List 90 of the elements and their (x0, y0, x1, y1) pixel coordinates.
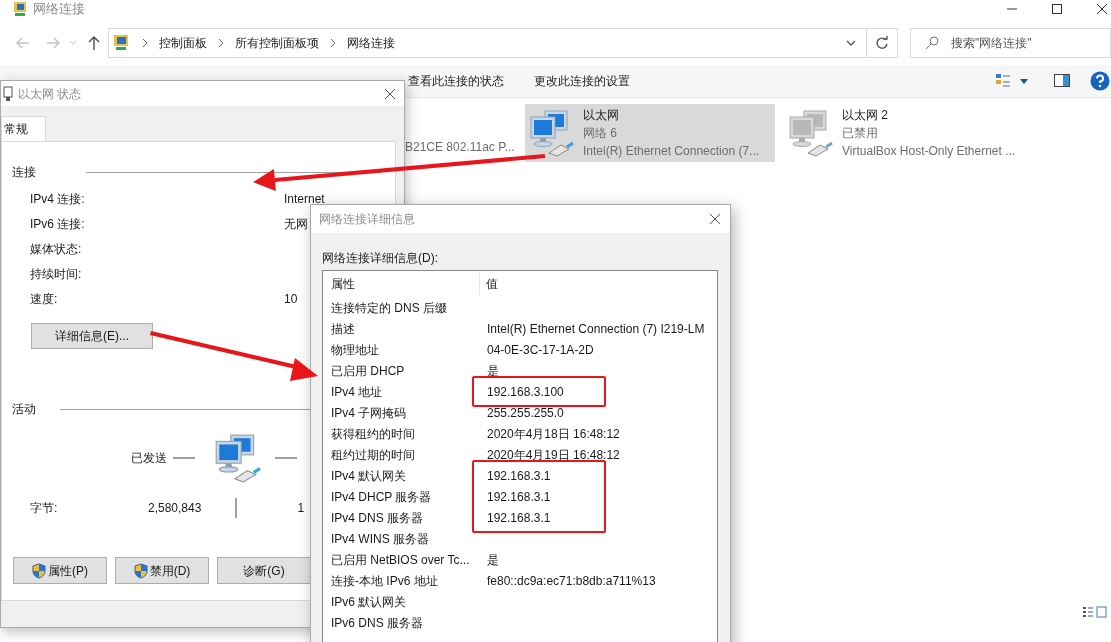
search-icon (925, 36, 939, 50)
property-cell-text: IPv6 默认网关 (330, 593, 408, 611)
property-cell-text: 已启用 NetBIOS over Tc... (330, 551, 471, 569)
bytes-sent: 2,580,843 (148, 500, 202, 517)
property-cell-text: IPv4 DHCP 服务器 (330, 488, 433, 506)
property-cell-text: IPv4 WINS 服务器 (330, 530, 430, 548)
dropdown-icon[interactable] (846, 39, 856, 47)
field-value: Internet (284, 190, 325, 208)
value-cell-text: 192.168.3.1 (487, 467, 551, 485)
caret-icon[interactable] (1019, 77, 1029, 85)
value-cell-text: 2020年4月18日 16:48:12 (487, 425, 620, 443)
network-folder-icon (12, 1, 28, 17)
chevron-right-icon[interactable] (217, 38, 225, 48)
field-label: 持续时间: (30, 265, 83, 283)
shield-icon (32, 562, 46, 579)
up-arrow-icon[interactable] (87, 35, 101, 51)
field-label: IPv6 连接: (30, 215, 86, 233)
dialog-title: 网络连接详细信息 (319, 211, 415, 228)
connection-name: 以太网 2 (842, 107, 889, 124)
sent-label: 已发送 (131, 450, 167, 467)
value-cell-text: 2020年4月19日 16:48:12 (487, 446, 620, 464)
breadcrumb-item[interactable]: 网络连接 (347, 34, 395, 52)
breadcrumb-item[interactable]: 控制面板 (159, 34, 207, 52)
property-cell-text: IPv4 DNS 服务器 (330, 509, 424, 527)
connection-network: 已禁用 (842, 125, 879, 142)
column-header[interactable]: 值 (480, 275, 498, 293)
value-cell-text: 04-0E-3C-17-1A-2D (487, 341, 594, 359)
value-cell-text: Intel(R) Ethernet Connection (7) I219-LM (487, 320, 705, 338)
value-cell-text: 192.168.3.1 (487, 488, 551, 506)
network-computer-icon (786, 109, 834, 157)
connection-adapter: VirtualBox Host-Only Ethernet ... (842, 143, 1016, 160)
property-cell-text: 获得租约的时间 (330, 425, 416, 443)
dialog-button[interactable]: 禁用(D) (115, 557, 209, 584)
bytes-received: 1 (297, 500, 305, 517)
property-cell-text: 描述 (330, 320, 356, 338)
list-label: 网络连接详细信息(D): (322, 251, 439, 265)
control-panel-icon (113, 34, 131, 52)
dialog-title: 以太网 状态 (18, 85, 82, 103)
property-cell-text: 已启用 DHCP (330, 362, 406, 380)
property-cell-text: IPv4 默认网关 (330, 467, 408, 485)
value-cell-text: 192.168.3.100 (487, 383, 564, 401)
property-cell-text: 租约过期的时间 (330, 446, 416, 464)
refresh-icon[interactable] (875, 36, 889, 50)
connection-network: 网络 6 (583, 125, 618, 142)
field-label: IPv4 连接: (30, 190, 86, 208)
field-label: 媒体状态: (30, 240, 83, 258)
view-toggle-icon[interactable] (1083, 606, 1107, 618)
value-cell-text: 是 (487, 362, 499, 380)
address-bar[interactable]: 控制面板 所有控制面板项 网络连接 (108, 28, 898, 58)
help-icon[interactable] (1090, 71, 1110, 91)
property-cell-text: 连接特定的 DNS 后缀 (330, 299, 448, 317)
view-options-icon[interactable] (995, 73, 1011, 89)
dialog-button[interactable]: 属性(P) (13, 557, 107, 584)
connection-description: B21CE 802.11ac P... (405, 139, 515, 156)
connection-name: 以太网 (583, 107, 620, 124)
value-cell-text: 是 (487, 551, 499, 569)
toolbar-item[interactable]: 查看此连接的状态 (408, 72, 504, 90)
toolbar-item[interactable]: 更改此连接的设置 (534, 72, 630, 90)
close-icon[interactable] (384, 87, 396, 100)
connection-adapter: Intel(R) Ethernet Connection (7... (583, 143, 760, 160)
field-value: 无网 (284, 215, 308, 233)
preview-pane-icon[interactable] (1054, 74, 1070, 88)
property-cell-text: IPv6 DNS 服务器 (330, 614, 424, 632)
column-header[interactable]: 属性 (323, 275, 479, 293)
value-cell-text: fe80::dc9a:ec71:b8db:a711%13 (487, 572, 656, 590)
section-heading: 活动 (12, 401, 36, 418)
chevron-right-icon[interactable] (329, 38, 337, 48)
close-icon[interactable] (1096, 3, 1108, 15)
field-label: 速度: (30, 290, 59, 308)
property-cell-text: IPv4 地址 (330, 383, 384, 401)
tab[interactable]: 常规 (1, 116, 46, 141)
dialog-button[interactable]: 诊断(G) (217, 557, 311, 584)
connection-item[interactable]: 以太网 网络 6 Intel(R) Ethernet Connection (7... (525, 104, 775, 162)
search-field[interactable]: 搜索"网络连接" (910, 28, 1111, 58)
maximize-icon[interactable] (1051, 3, 1063, 15)
property-cell-text: 物理地址 (330, 341, 380, 359)
property-cell-text: 连接-本地 IPv6 地址 (330, 572, 439, 590)
value-cell-text: 192.168.3.1 (487, 509, 551, 527)
bytes-label: 字节: (30, 500, 59, 517)
window-title: 网络连接 (33, 0, 85, 19)
shield-icon (133, 562, 148, 579)
details-button[interactable]: 详细信息(E)... (31, 323, 153, 349)
property-cell-text: IPv4 子网掩码 (330, 404, 408, 422)
network-computer-icon (527, 109, 575, 157)
section-heading: 连接 (12, 164, 36, 181)
breadcrumb-item[interactable]: 所有控制面板项 (235, 34, 319, 52)
field-value: 10 (284, 290, 298, 308)
close-icon[interactable] (709, 213, 721, 225)
chevron-right-icon[interactable] (141, 38, 149, 48)
value-cell-text: 255.255.255.0 (487, 404, 564, 422)
